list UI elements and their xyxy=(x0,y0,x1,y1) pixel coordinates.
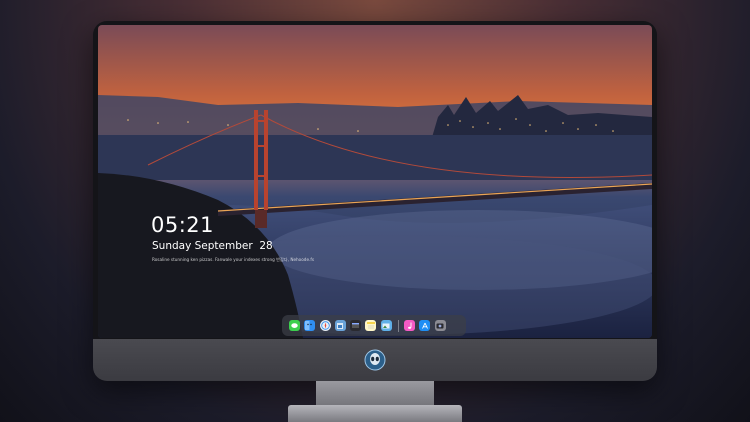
notes-icon[interactable] xyxy=(365,320,377,331)
alien-logo-icon xyxy=(364,349,386,371)
monitor-stand-base xyxy=(288,405,462,422)
itunes-icon[interactable] xyxy=(404,320,416,331)
preview-icon[interactable] xyxy=(334,320,346,331)
camera-icon[interactable] xyxy=(434,320,446,331)
photos-icon[interactable] xyxy=(380,320,392,331)
messages-icon[interactable] xyxy=(289,320,300,331)
lock-clock: 05:21 xyxy=(151,213,215,237)
lock-tagline: Rosaline stunning ken pizzas. Fanwale yo… xyxy=(152,257,315,262)
desktop-screen xyxy=(98,25,652,338)
wallpaper xyxy=(98,25,652,338)
app-store-icon[interactable] xyxy=(419,320,431,331)
finder-icon[interactable] xyxy=(304,320,316,331)
final-cut-icon[interactable] xyxy=(350,320,362,331)
dock xyxy=(282,315,466,336)
lock-date: Sunday September 28 xyxy=(152,240,273,252)
dock-separator xyxy=(398,319,400,332)
safari-icon[interactable] xyxy=(319,320,331,331)
